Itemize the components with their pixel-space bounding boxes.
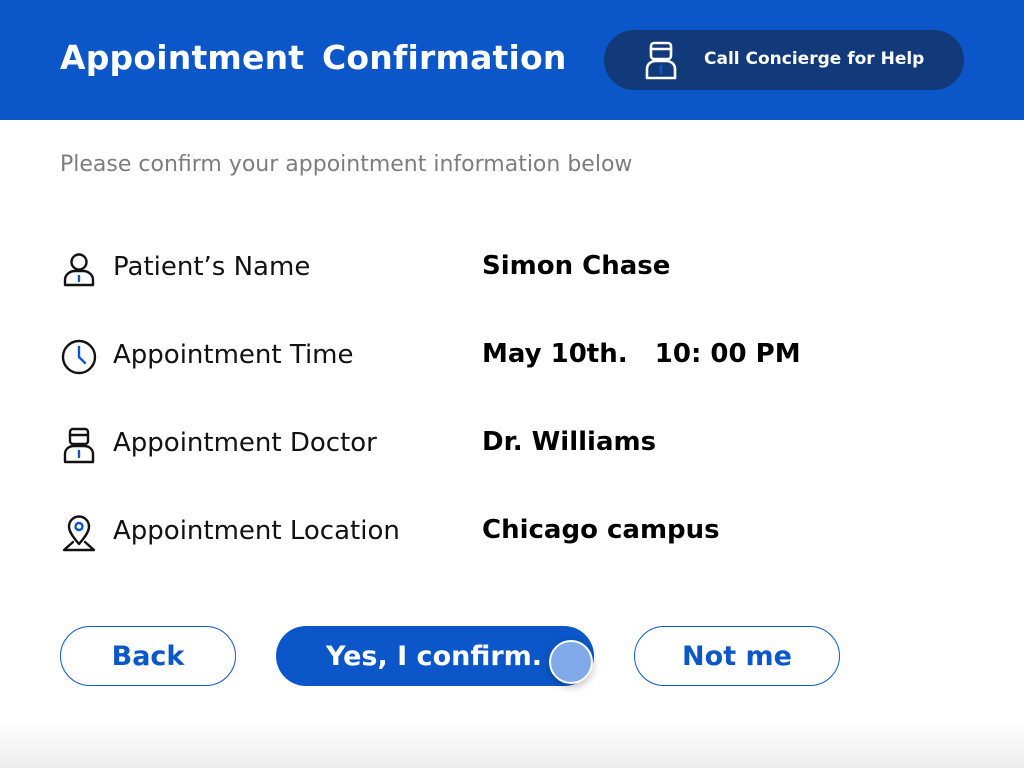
- call-concierge-label: Call Concierge for Help: [704, 49, 925, 69]
- appointment-time-value: May 10th. 10: 00 PM: [482, 339, 801, 369]
- location-pin-icon: [60, 514, 98, 552]
- appointment-doctor-label: Appointment Doctor: [113, 428, 377, 458]
- detail-row-appointment-time: Appointment Time May 10th. 10: 00 PM: [60, 334, 960, 378]
- back-button[interactable]: Back: [60, 626, 236, 686]
- instructions-text: Please confirm your appointment informat…: [60, 152, 633, 177]
- patient-name-label: Patient’s Name: [113, 252, 311, 282]
- not-me-button[interactable]: Not me: [634, 626, 840, 686]
- detail-row-appointment-doctor: Appointment Doctor Dr. Williams: [60, 422, 960, 466]
- header-bar: Appointment Confirmation Call Concierge …: [0, 0, 1024, 120]
- doctor-icon: [60, 426, 98, 464]
- call-concierge-button[interactable]: Call Concierge for Help: [604, 30, 964, 90]
- detail-row-patient-name: Patient’s Name Simon Chase: [60, 246, 960, 290]
- clock-icon: [60, 338, 98, 376]
- appointment-location-value: Chicago campus: [482, 515, 720, 545]
- doctor-icon: [640, 39, 682, 81]
- patient-name-value: Simon Chase: [482, 251, 671, 281]
- bottom-shadow: [0, 720, 1024, 768]
- appointment-time-label: Appointment Time: [113, 340, 354, 370]
- confirm-button[interactable]: Yes, I confirm.: [276, 626, 594, 686]
- page-title: Appointment Confirmation: [60, 38, 567, 77]
- detail-row-appointment-location: Appointment Location Chicago campus: [60, 510, 960, 554]
- appointment-location-label: Appointment Location: [113, 516, 400, 546]
- person-icon: [60, 250, 98, 288]
- appointment-doctor-value: Dr. Williams: [482, 427, 657, 457]
- appointment-confirmation-screen: Appointment Confirmation Call Concierge …: [0, 0, 1024, 768]
- touch-cursor-indicator: [549, 640, 593, 684]
